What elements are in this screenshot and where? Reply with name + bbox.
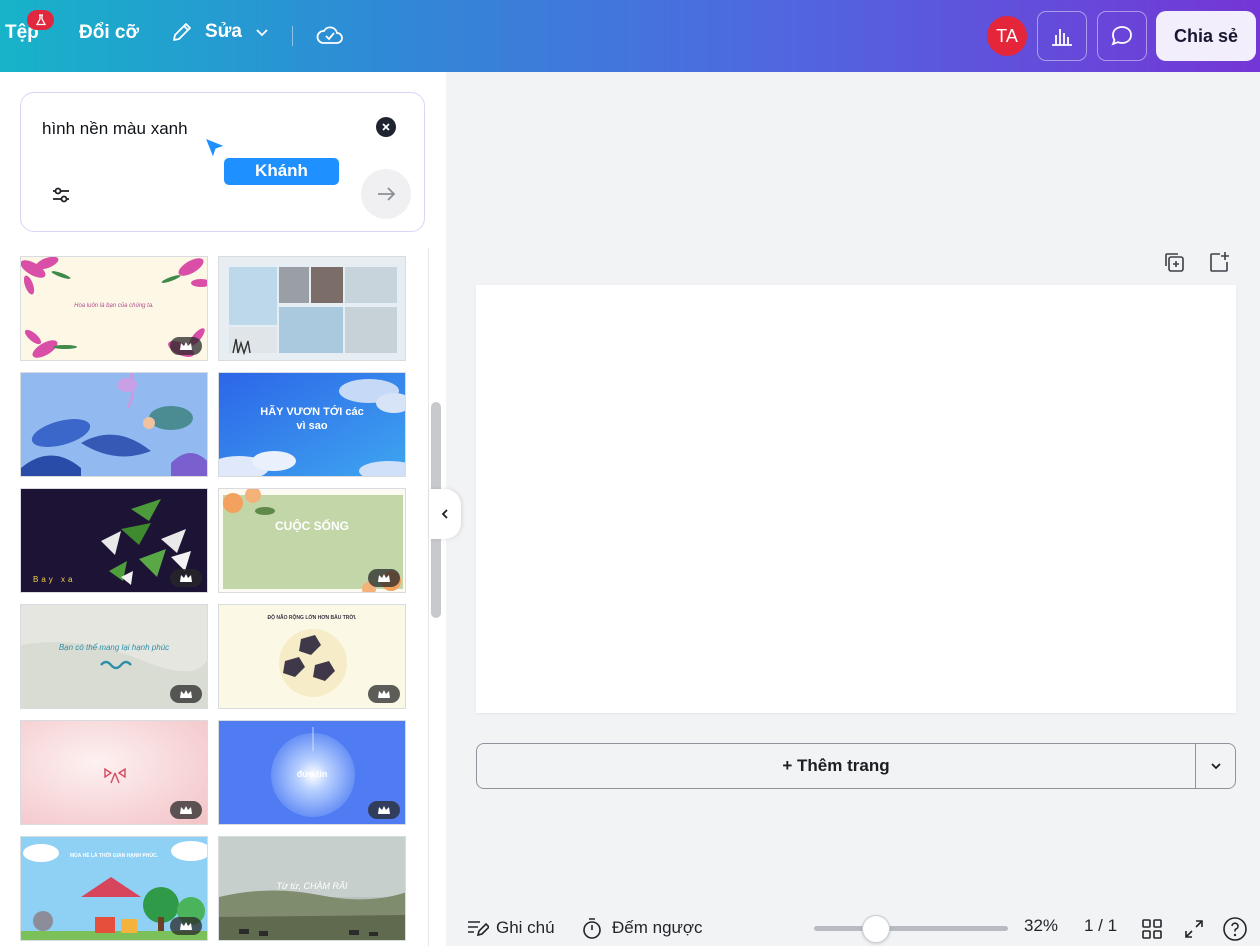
notes-icon <box>468 921 489 937</box>
template-thumbnail[interactable]: đức tin <box>218 720 406 825</box>
add-page-icon-button[interactable] <box>1207 250 1231 274</box>
beaker-icon <box>27 10 54 30</box>
toolbar-divider <box>292 26 293 46</box>
template-thumbnail[interactable]: HÃY VƯƠN TỚI các vì sao <box>218 372 406 477</box>
chevron-down-icon <box>256 29 268 37</box>
stopwatch-icon <box>583 918 601 939</box>
top-bar: Tệp Đổi cỡ Sửa TA Chia sẻ <box>0 0 1260 72</box>
notes-button[interactable]: Ghi chú <box>465 916 555 940</box>
template-thumbnail[interactable] <box>20 372 208 477</box>
premium-crown-icon <box>170 917 202 935</box>
pencil-icon <box>173 23 191 41</box>
fullscreen-icon[interactable] <box>1183 918 1205 945</box>
chevron-left-icon <box>441 509 448 519</box>
template-title: ĐỘ NÃO RỘNG LỚN HƠN BẦU TRỜI. <box>267 615 357 621</box>
premium-crown-icon <box>368 685 400 703</box>
template-title: Bạn có thể mang lại hạnh phúc <box>58 643 170 652</box>
resize-button[interactable]: Đổi cỡ <box>79 22 139 44</box>
timer-label: Đếm ngược <box>612 918 703 937</box>
edit-label: Sửa <box>205 21 242 42</box>
comments-button[interactable] <box>1097 11 1147 61</box>
zoom-value[interactable]: 32% <box>1024 916 1058 936</box>
submit-search-button[interactable] <box>361 169 411 219</box>
template-thumbnail[interactable]: ĐỘ NÃO RỘNG LỚN HƠN BẦU TRỜI. <box>218 604 406 709</box>
template-title: MÙA HÈ LÀ THỜI GIAN HẠNH PHÚC. <box>70 853 158 859</box>
template-title: đức tin <box>296 769 328 779</box>
template-thumbnail[interactable]: Từ từ, CHẬM RÃI <box>218 836 406 941</box>
resize-label: Đổi cỡ <box>79 22 139 43</box>
template-title: CUỘC SỐNG <box>274 519 349 533</box>
page-indicator[interactable]: 1 / 1 <box>1084 916 1117 936</box>
template-thumbnail[interactable] <box>218 256 406 361</box>
template-title: HÃY VƯƠN TỚI các vì sao <box>260 406 364 432</box>
insights-button[interactable] <box>1037 11 1087 61</box>
avatar[interactable]: TA <box>987 16 1027 56</box>
zoom-slider-handle[interactable] <box>862 915 890 943</box>
add-page-control: + Thêm trang <box>476 743 1236 789</box>
results-grid: Hoa luôn là bạn của chúng ta. HÃY VƯƠN T… <box>20 256 410 946</box>
premium-crown-icon <box>368 569 400 587</box>
premium-crown-icon <box>170 569 202 587</box>
template-thumbnail[interactable]: Bay xa <box>20 488 208 593</box>
design-page-canvas[interactable] <box>476 285 1236 713</box>
edit-menu[interactable]: Sửa <box>170 20 270 44</box>
template-title: Bay xa <box>33 575 76 584</box>
scrollbar-track <box>428 248 429 946</box>
duplicate-icon <box>1165 253 1184 272</box>
collaborator-name-tag: Khánh <box>223 156 340 186</box>
clear-search-button[interactable] <box>376 117 396 137</box>
share-label: Chia sẻ <box>1173 25 1239 46</box>
cloud-saved-icon[interactable] <box>316 22 344 53</box>
premium-crown-icon <box>170 801 202 819</box>
template-thumbnail[interactable]: CUỘC SỐNG <box>218 488 406 593</box>
collapse-panel-button[interactable] <box>429 489 461 539</box>
bar-chart-icon <box>1052 29 1072 46</box>
template-title: Từ từ, CHẬM RÃI <box>276 881 348 891</box>
add-page-options-button[interactable] <box>1196 744 1236 788</box>
template-thumbnail[interactable]: Bạn có thể mang lại hạnh phúc <box>20 604 208 709</box>
add-page-icon <box>1210 252 1229 272</box>
duplicate-page-button[interactable] <box>1162 250 1186 274</box>
close-icon <box>382 123 390 131</box>
sliders-icon <box>53 187 69 203</box>
template-thumbnail[interactable]: MÙA HÈ LÀ THỜI GIAN HẠNH PHÚC. <box>20 836 208 941</box>
premium-crown-icon <box>170 685 202 703</box>
avatar-initials: TA <box>996 25 1018 46</box>
help-icon[interactable] <box>1222 916 1248 946</box>
comment-icon <box>1111 26 1132 46</box>
add-page-button[interactable]: + Thêm trang <box>477 744 1195 788</box>
premium-crown-icon <box>368 801 400 819</box>
share-button[interactable]: Chia sẻ <box>1156 11 1256 61</box>
chevron-down-icon <box>1211 763 1221 770</box>
template-title: Hoa luôn là bạn của chúng ta. <box>74 303 154 309</box>
notes-label: Ghi chú <box>496 918 555 937</box>
grid-view-icon[interactable] <box>1141 918 1163 945</box>
premium-crown-icon <box>170 337 202 355</box>
template-thumbnail[interactable]: Hoa luôn là bạn của chúng ta. <box>20 256 208 361</box>
arrow-right-icon <box>378 187 396 201</box>
zoom-slider[interactable] <box>814 926 1008 931</box>
template-thumbnail[interactable] <box>20 720 208 825</box>
search-input[interactable]: hình nền màu xanh <box>42 119 188 139</box>
timer-button[interactable]: Đếm ngược <box>581 916 703 940</box>
filter-button[interactable] <box>49 183 73 207</box>
